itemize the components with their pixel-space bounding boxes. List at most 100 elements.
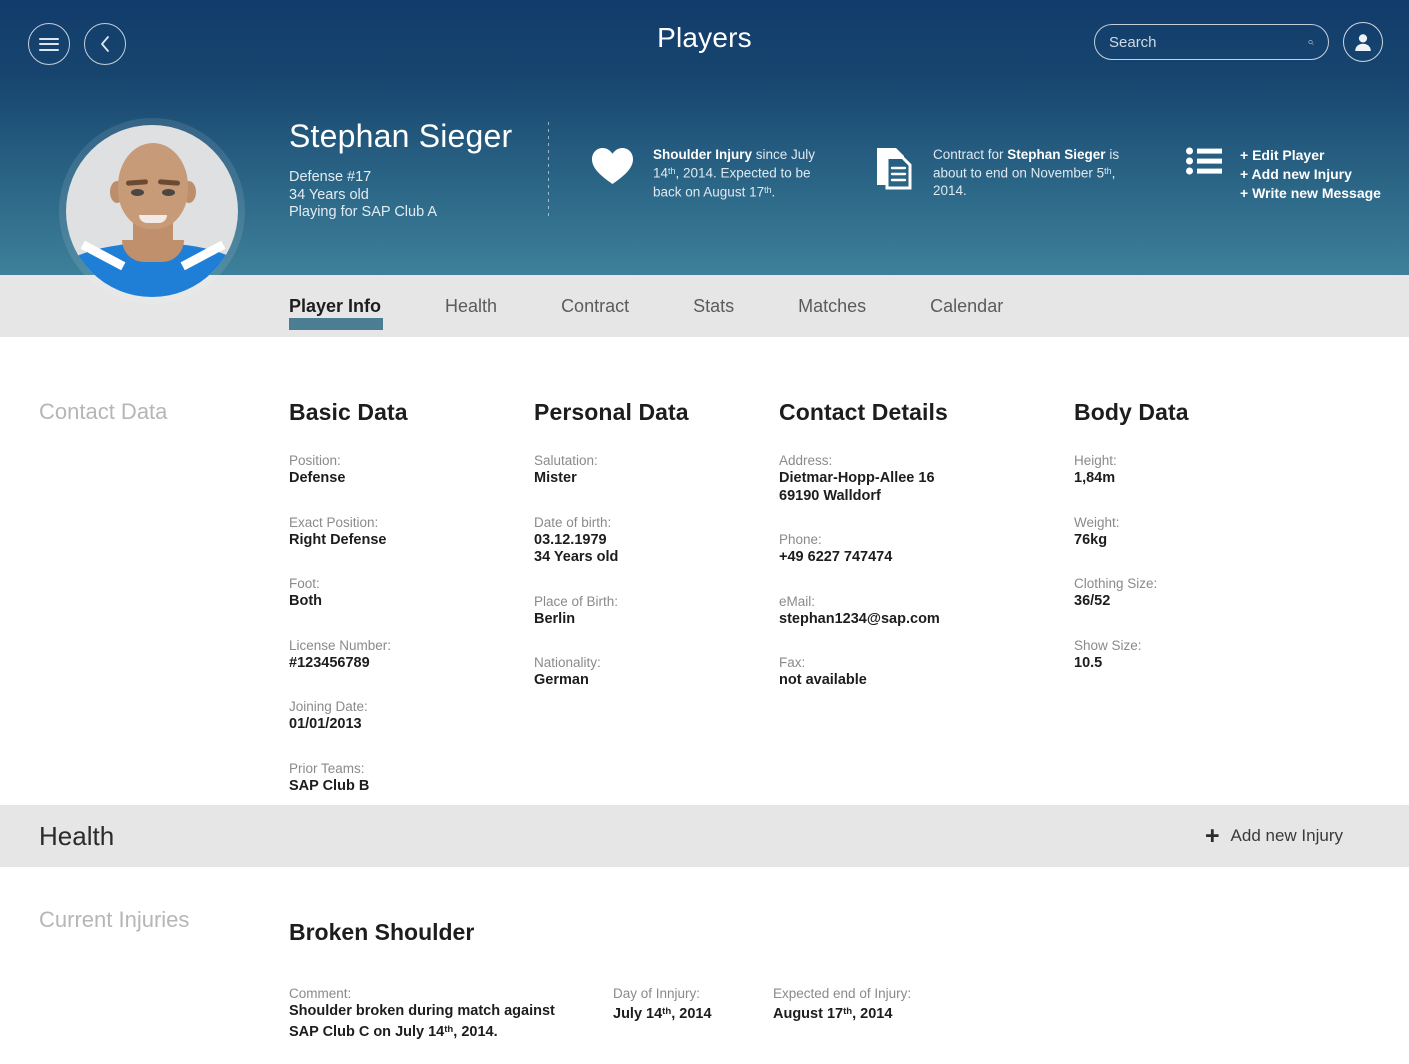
- column-contact-details: Contact Details Address: Dietmar-Hopp-Al…: [779, 399, 1074, 795]
- comment-line-2-pre: SAP Club C on July 14: [289, 1023, 445, 1040]
- day-pre: July 14: [613, 1006, 663, 1023]
- injury-summary-card[interactable]: Shoulder Injury since July 14th, 2014. E…: [590, 146, 840, 200]
- day-post: , 2014: [671, 1006, 712, 1023]
- field-value: 36/52: [1074, 593, 1111, 609]
- field-value: SAP Club B: [289, 777, 370, 794]
- field-value: Dietmar-Hopp-Allee 16 69190 Walldorf: [779, 470, 935, 504]
- action-write-new-message[interactable]: + Write new Message: [1240, 184, 1381, 203]
- field-clothing-size: Clothing Size: 36/52: [1074, 575, 1319, 611]
- field-label: Day of Innjury:: [613, 986, 701, 1001]
- field-value: 10.5: [1074, 654, 1103, 671]
- quick-actions-card: + Edit Player + Add new Injury + Write n…: [1186, 146, 1401, 203]
- tab-health[interactable]: Health: [445, 275, 497, 337]
- column-personal-data: Personal Data Salutation: Mister Date of…: [534, 399, 779, 795]
- player-position-number: Defense #17: [289, 169, 372, 185]
- contract-summary-sup1: th: [1104, 166, 1112, 176]
- field-value: Both: [289, 593, 323, 609]
- field-phone: Phone: +49 6227 747474: [779, 531, 1074, 567]
- user-avatar-icon: [1355, 34, 1371, 51]
- column-basic-data: Basic Data Position: Defense Exact Posit…: [289, 399, 534, 795]
- plus-icon: +: [1204, 821, 1220, 850]
- field-label: Foot:: [289, 576, 320, 591]
- end-post: , 2014: [852, 1006, 893, 1023]
- tab-contract[interactable]: Contract: [561, 275, 629, 337]
- health-section-body: Current Injuries Broken Shoulder Comment…: [0, 867, 1409, 1040]
- field-label: Exact Position:: [289, 514, 379, 530]
- comment-line-2-sup: th: [444, 1023, 454, 1035]
- injury-summary-bold: Shoulder Injury: [653, 147, 753, 162]
- field-label: Prior Teams:: [289, 760, 365, 776]
- action-add-new-injury[interactable]: + Add new Injury: [1240, 165, 1381, 184]
- tab-player-info[interactable]: Player Info: [289, 275, 384, 337]
- field-address: Address: Dietmar-Hopp-Allee 16 69190 Wal…: [779, 452, 1074, 505]
- field-value: 01/01/2013: [289, 716, 362, 732]
- field-value: German: [534, 672, 589, 688]
- field-joining-date: Joining Date: 01/01/2013: [289, 698, 534, 734]
- health-title: Health: [39, 820, 115, 851]
- search-box[interactable]: [1094, 24, 1329, 60]
- injury-summary-rest3: .: [771, 184, 776, 200]
- add-new-injury-button[interactable]: + Add new Injury: [1204, 821, 1343, 850]
- tab-calendar[interactable]: Calendar: [930, 275, 1003, 337]
- injury-summary-text: Shoulder Injury since July 14th, 2014. E…: [653, 146, 840, 200]
- contract-summary-card[interactable]: Contract for Stephan Sieger is about to …: [875, 146, 1125, 199]
- field-label: Place of Birth:: [534, 593, 619, 609]
- field-value: stephan1234@sap.com: [779, 610, 940, 627]
- field-value: 76kg: [1074, 531, 1108, 548]
- add-new-injury-label: Add new Injury: [1230, 826, 1343, 845]
- day-sup: th: [662, 1006, 672, 1017]
- player-photo-image: [66, 125, 238, 297]
- top-navigation-bar: Players: [0, 0, 1409, 88]
- field-label: Address:: [779, 453, 833, 468]
- search-icon[interactable]: [1308, 33, 1314, 52]
- column-body-data: Body Data Height: 1,84m Weight: 76kg Clo…: [1074, 399, 1319, 795]
- contract-summary-pre: Contract for: [933, 147, 1008, 162]
- field-exact-position: Exact Position: Right Defense: [289, 514, 534, 550]
- field-weight: Weight: 76kg: [1074, 514, 1319, 550]
- player-subinfo: Defense #17 34 Years old Playing for SAP…: [289, 169, 539, 222]
- field-label: eMail:: [779, 593, 816, 609]
- search-input[interactable]: [1109, 33, 1308, 51]
- field-salutation: Salutation: Mister: [534, 452, 779, 488]
- field-label: Fax:: [779, 655, 806, 670]
- tab-stats[interactable]: Stats: [693, 275, 734, 337]
- field-value: Shoulder broken during match against SAP…: [289, 1003, 613, 1041]
- field-value: Right Defense: [289, 531, 387, 548]
- contact-data-section: Contact Data Basic Data Position: Defens…: [0, 337, 1409, 805]
- field-value: #123456789: [289, 654, 370, 671]
- contact-data-columns: Basic Data Position: Defense Exact Posit…: [289, 399, 1409, 795]
- field-value: 1,84m: [1074, 470, 1116, 486]
- field-label: Height:: [1074, 453, 1117, 468]
- injury-title: Broken Shoulder: [289, 919, 475, 945]
- field-prior-teams: Prior Teams: SAP Club B: [289, 760, 534, 796]
- user-account-button[interactable]: [1343, 22, 1383, 62]
- contact-data-label: Contact Data: [39, 399, 168, 424]
- field-label: Expected end of Injury:: [773, 986, 912, 1001]
- tab-matches[interactable]: Matches: [798, 275, 866, 337]
- injury-day-field: Day of Innjury: July 14th, 2014: [613, 985, 773, 1041]
- field-foot: Foot: Both: [289, 575, 534, 611]
- column-title: Basic Data: [289, 399, 408, 425]
- field-height: Height: 1,84m: [1074, 452, 1319, 488]
- field-label: License Number:: [289, 637, 392, 653]
- field-label: Joining Date:: [289, 699, 368, 714]
- player-photo: [66, 125, 238, 297]
- field-label: Clothing Size:: [1074, 576, 1158, 591]
- field-nationality: Nationality: German: [534, 654, 779, 690]
- field-label: Comment:: [289, 986, 352, 1001]
- action-edit-player[interactable]: + Edit Player: [1240, 146, 1381, 165]
- field-date-of-birth: Date of birth: 03.12.1979 34 Years old: [534, 514, 779, 567]
- field-value: Defense: [289, 470, 346, 486]
- field-label: Show Size:: [1074, 637, 1142, 653]
- bullet-list-icon: [1186, 146, 1222, 181]
- field-show-size: Show Size: 10.5: [1074, 637, 1319, 673]
- player-identity: Stephan Sieger Defense #17 34 Years old …: [289, 118, 539, 222]
- end-sup: th: [843, 1006, 853, 1017]
- field-value: Mister: [534, 470, 577, 486]
- injury-detail-grid: Comment: Shoulder broken during match ag…: [289, 985, 911, 1041]
- field-position: Position: Defense: [289, 452, 534, 488]
- end-pre: August 17: [773, 1006, 844, 1023]
- contract-summary-text: Contract for Stephan Sieger is about to …: [933, 146, 1125, 199]
- player-club: Playing for SAP Club A: [289, 204, 438, 220]
- comment-line-1: Shoulder broken during match against: [289, 1003, 555, 1019]
